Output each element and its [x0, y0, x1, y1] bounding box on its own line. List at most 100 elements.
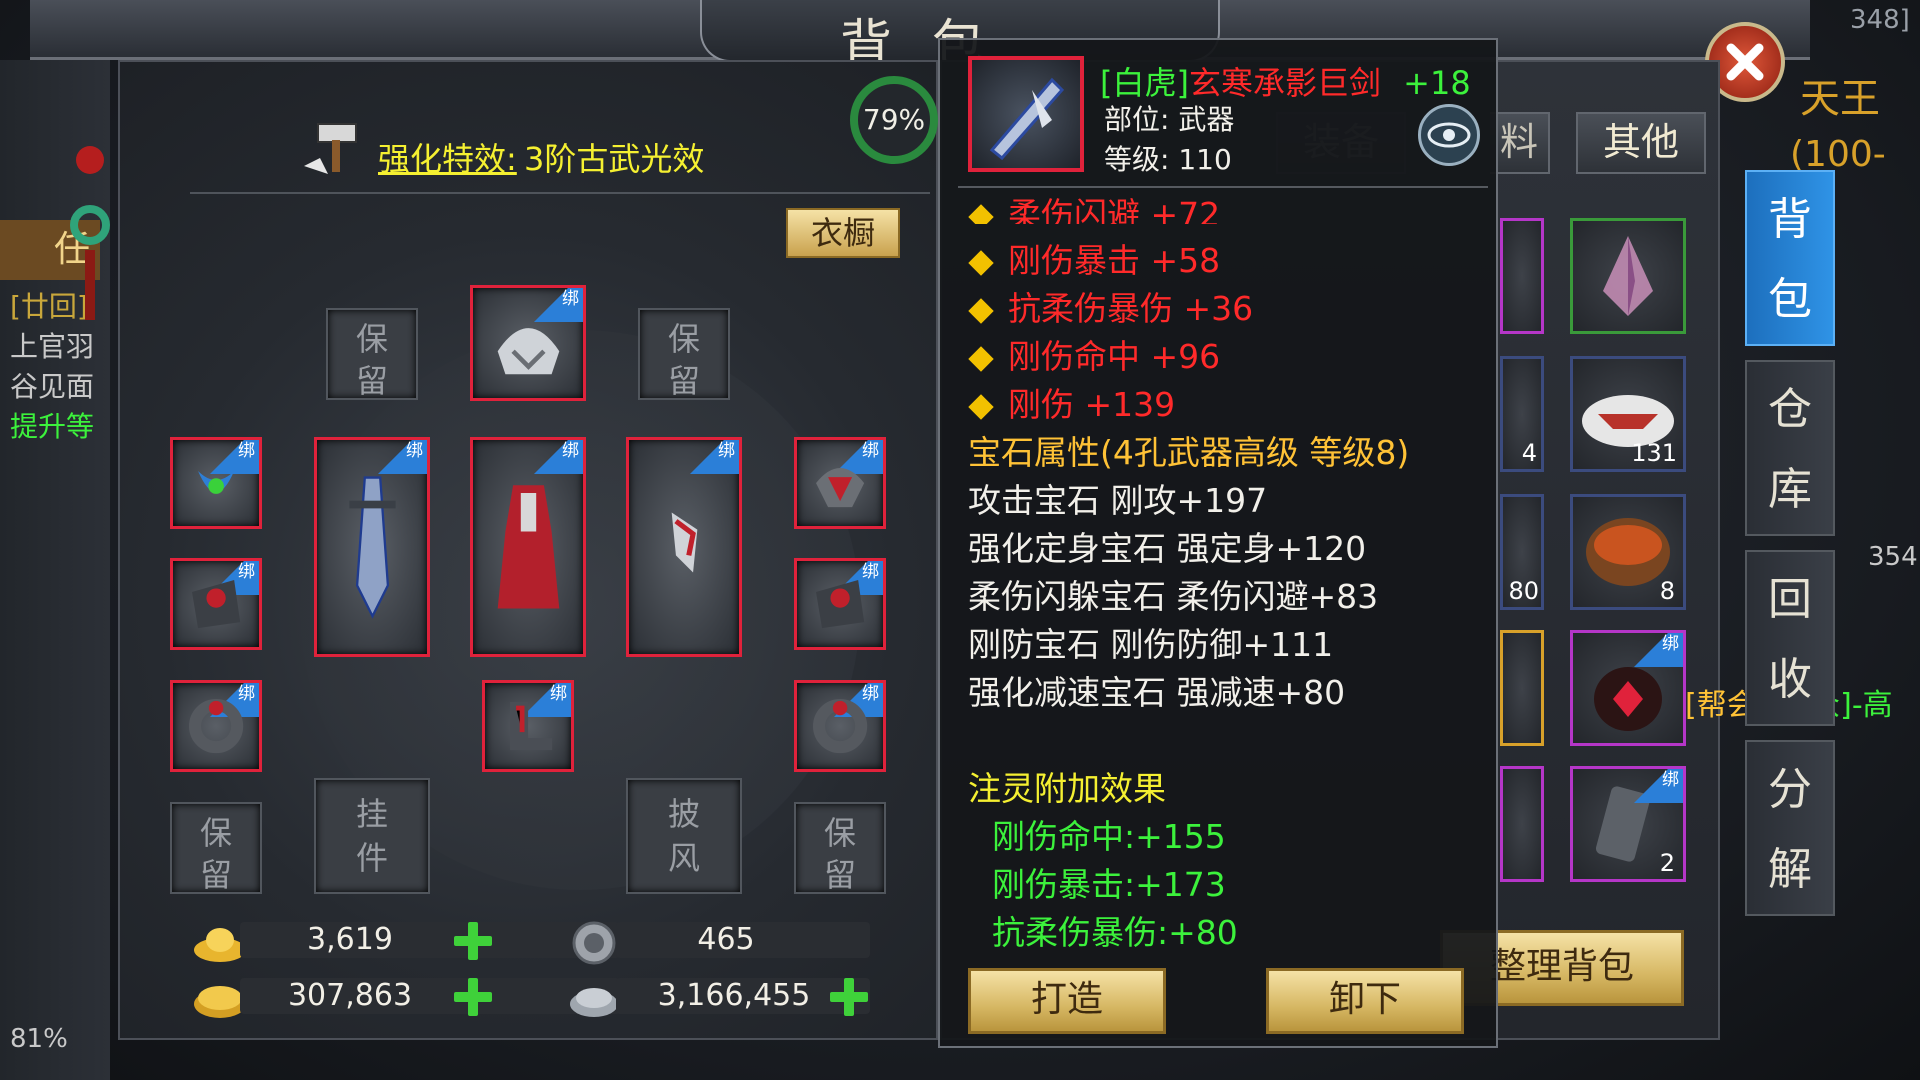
- glove-slot-right[interactable]: 绑: [794, 558, 886, 650]
- stat-text: 刚伤命中 +96: [1008, 337, 1221, 376]
- enhance-effect-value: 3阶古武光效: [524, 140, 705, 178]
- side-tab-warehouse-char: 库: [1768, 464, 1812, 515]
- stack-count: 80: [1508, 577, 1539, 605]
- edge-title: 天王: [1800, 76, 1880, 122]
- helmet-icon: [497, 327, 559, 374]
- side-tab-bag[interactable]: 背 包: [1745, 170, 1835, 346]
- side-tab-warehouse-char: 仓: [1768, 384, 1812, 435]
- stat-line: 抗柔伤暴伤 +36: [968, 282, 1253, 330]
- inventory-slot[interactable]: 绑 2: [1570, 766, 1686, 882]
- bracer-slot[interactable]: 绑: [626, 437, 742, 657]
- diamond-icon: [968, 298, 994, 324]
- item-name: 玄寒承影巨剑: [1188, 64, 1381, 102]
- token-icon: [566, 918, 622, 968]
- ring-slot-left[interactable]: 绑: [170, 680, 262, 772]
- side-tab-recycle-char: 回: [1768, 574, 1812, 625]
- left-chat-line: 谷见面: [10, 370, 95, 403]
- inventory-slot[interactable]: [1500, 218, 1544, 334]
- glove-slot-left[interactable]: 绑: [170, 558, 262, 650]
- side-tab-recycle[interactable]: 回 收: [1745, 550, 1835, 726]
- edge-count: 354: [1868, 542, 1918, 572]
- silver-icon: [566, 974, 622, 1024]
- amulet-slot[interactable]: 绑: [170, 437, 262, 529]
- add-silver-button[interactable]: [828, 976, 870, 1018]
- boots-slot[interactable]: 绑: [482, 680, 574, 772]
- reserved-slot[interactable]: 保 留: [326, 308, 418, 400]
- armor-slot[interactable]: 绑: [470, 437, 586, 657]
- gem-header: 宝石属性(4孔武器高级 等级8): [968, 433, 1410, 472]
- crystal-icon: [1603, 236, 1653, 316]
- item-slot-label: 部位: 武器: [1104, 103, 1235, 136]
- stack-count: 4: [1521, 439, 1537, 467]
- stat-line: 刚伤 +139: [968, 378, 1175, 426]
- add-coins-button[interactable]: [452, 976, 494, 1018]
- inventory-slot[interactable]: 131: [1570, 356, 1686, 472]
- pendant-slot[interactable]: 挂 件: [314, 778, 430, 894]
- left-chat-line: 提升等: [10, 410, 95, 443]
- inventory-slot[interactable]: 8: [1570, 494, 1686, 610]
- silver-value: 3,166,455: [657, 978, 811, 1013]
- edge-range: (100-: [1790, 134, 1886, 175]
- bracer-icon: [671, 512, 697, 573]
- side-tab-warehouse[interactable]: 仓 库: [1745, 360, 1835, 536]
- gem-line: 强化定身宝石 强定身+120: [968, 529, 1367, 568]
- item-level-label: 等级: 110: [1104, 143, 1232, 176]
- eye-button[interactable]: [1418, 104, 1480, 166]
- reserved-slot[interactable]: 保 留: [794, 802, 886, 894]
- diamond-icon: [968, 394, 994, 420]
- inventory-slot[interactable]: [1500, 630, 1544, 746]
- inventory-slot[interactable]: 绑: [1570, 630, 1686, 746]
- token-value: 465: [697, 922, 755, 957]
- glove-icon: [815, 579, 865, 629]
- side-tab-decompose[interactable]: 分 解: [1745, 740, 1835, 916]
- helmet-slot[interactable]: 绑: [470, 285, 586, 401]
- spirit-header: 注灵附加效果: [968, 769, 1166, 808]
- diamond-icon: [968, 250, 994, 276]
- wardrobe-button[interactable]: 衣橱: [786, 208, 900, 258]
- shoulder-icon: [815, 467, 865, 508]
- side-tab-bag-char: 包: [1768, 274, 1812, 325]
- unequip-button[interactable]: 卸下: [1266, 968, 1464, 1034]
- side-tabs: 背 包 仓 库 回 收 分 解: [1745, 170, 1835, 930]
- ring-slot-right[interactable]: 绑: [794, 680, 886, 772]
- bind-badge: 绑: [1627, 633, 1683, 667]
- inventory-slot[interactable]: [1500, 766, 1544, 882]
- coins-value: 307,863: [287, 978, 413, 1013]
- enhance-effect-label[interactable]: 强化特效:: [378, 134, 517, 180]
- stat-text: 刚伤 +139: [1008, 385, 1176, 424]
- reserved-slot[interactable]: 保 留: [638, 308, 730, 400]
- forge-button[interactable]: 打造: [968, 968, 1166, 1034]
- progress-ring: 79%: [850, 76, 938, 164]
- inventory-slot[interactable]: [1570, 218, 1686, 334]
- tooltip-item-icon: [968, 56, 1084, 172]
- inventory-slot[interactable]: 80: [1500, 494, 1544, 610]
- armor-icon: [497, 485, 559, 609]
- diamond-icon: [968, 204, 994, 224]
- side-tab-bag-char: 背: [1768, 194, 1812, 245]
- bind-badge: 绑: [1627, 769, 1683, 803]
- gem-line: 攻击宝石 刚攻+197: [968, 481, 1268, 520]
- hammer-icon: [300, 118, 370, 178]
- weapon-slot[interactable]: 绑: [314, 437, 430, 657]
- ring-icon: [188, 698, 244, 754]
- stat-line: 刚伤暴击 +58: [968, 234, 1220, 282]
- shoulder-slot[interactable]: 绑: [794, 437, 886, 529]
- left-chat-sidebar: 任 [廿回] 上官羽 谷见面 提升等: [0, 60, 110, 1080]
- diamond-icon: [968, 346, 994, 372]
- boots-icon: [509, 701, 553, 751]
- divider: [190, 192, 930, 194]
- add-gold-ingot-button[interactable]: [452, 920, 494, 962]
- stack-count: 2: [1659, 849, 1675, 877]
- hanging-jade-ornament-icon: [70, 140, 110, 320]
- spirit-line: 刚伤命中:+155: [992, 817, 1226, 856]
- left-chat-line: 上官羽: [10, 330, 95, 363]
- tab-other[interactable]: 其他: [1576, 112, 1706, 174]
- glove-icon: [191, 579, 241, 629]
- item-tag: [白虎]: [1100, 64, 1189, 102]
- tab-material[interactable]: 料: [1490, 112, 1550, 174]
- item-enhance-level: +18: [1403, 64, 1471, 102]
- inventory-slot[interactable]: 4: [1500, 356, 1544, 472]
- reserved-slot[interactable]: 保 留: [170, 802, 262, 894]
- stack-count: 131: [1631, 439, 1677, 467]
- cloak-slot[interactable]: 披 风: [626, 778, 742, 894]
